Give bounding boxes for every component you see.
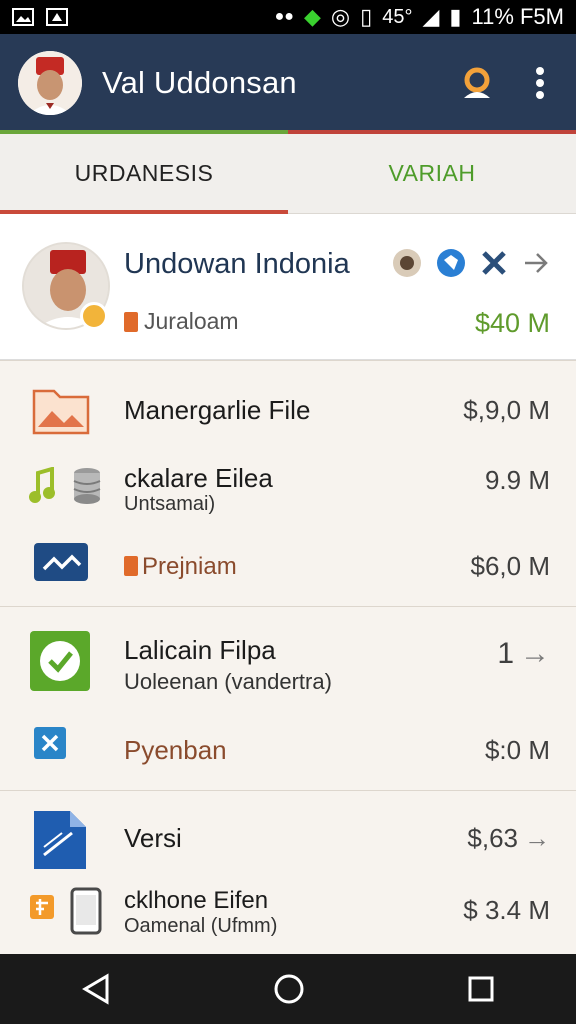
recent-section: Lalicain Filpa Uoleenan (vandertra) 1 → P… (0, 606, 576, 790)
recent-apps-icon[interactable] (467, 975, 495, 1003)
row-subtitle: Uoleenan (vandertra) (124, 669, 332, 694)
tag-icon (30, 895, 54, 919)
row-value: $,9,0 M (463, 395, 550, 425)
notification-icon (46, 8, 68, 26)
navigation-bar (0, 954, 576, 1024)
list-item[interactable]: Versi $,63 → (0, 791, 576, 881)
wifi-icon: ◆ (303, 4, 321, 29)
list-item[interactable]: Pyenban $:0 M (0, 711, 576, 791)
document-icon (34, 811, 86, 869)
arrow-right-icon[interactable] (522, 249, 550, 277)
status-time: 11% F5M (471, 4, 564, 29)
chart-icon (34, 543, 88, 581)
row-title: Pyenban (124, 735, 227, 765)
avatar[interactable] (18, 51, 82, 115)
row-value: 9.9 M (484, 465, 550, 495)
vibrate-icon: ▯ (360, 4, 373, 29)
music-icon (29, 467, 55, 503)
phone-icon (70, 887, 102, 935)
row-title: ckalare Eilea (124, 463, 273, 493)
bookmark-icon (124, 556, 138, 576)
dots-icon: ●● (274, 8, 294, 25)
emoji-icon[interactable] (392, 248, 422, 278)
network-text: 45° (382, 5, 413, 28)
row-subtitle: Untsamai) (124, 493, 216, 515)
row-value-text: 1 (497, 637, 514, 670)
globe-icon[interactable] (436, 248, 466, 278)
profile-subtitle: Juraloam (124, 308, 239, 335)
status-bar: ●● ◆ ◎ ▯ 45° ◢ ▮ 11% F5M (0, 0, 576, 34)
row-subtitle: Oamenal (Ufmm) (124, 915, 278, 937)
row-title: Lalicain Filpa (124, 635, 276, 665)
list-item[interactable]: cklhone Eifen Oamenal (Ufmm) $ 3.4 M (0, 881, 576, 955)
account-search-icon[interactable] (460, 66, 494, 100)
image-icon (12, 8, 34, 26)
profile-amount: $40 M (474, 308, 550, 338)
verified-badge-icon (80, 302, 108, 330)
close-icon (34, 727, 66, 759)
row-value: 1 → (497, 637, 550, 671)
bookmark-icon (124, 311, 138, 332)
tab-label: URDANESIS (74, 160, 214, 186)
app-title: Val Uddonsan (102, 65, 297, 100)
row-value: $:0 M (484, 735, 550, 765)
versions-section: Versi $,63 → cklhone Eifen Oamenal (Ufmm)… (0, 790, 576, 954)
list-item[interactable]: Prejniam $6,0 M (0, 531, 576, 607)
tab-label: VARIAH (388, 160, 476, 186)
list-item[interactable]: ckalare Eilea Untsamai) 9.9 M (0, 453, 576, 531)
tab-bar: URDANESIS VARIAH (0, 134, 576, 214)
home-icon[interactable] (273, 973, 305, 1005)
row-title: Prejniam (124, 553, 237, 581)
alarm-icon: ◎ (330, 4, 351, 29)
row-title: Manergarlie File (124, 395, 311, 425)
database-icon (73, 468, 101, 504)
row-value: $ 3.4 M (463, 895, 550, 925)
files-section: Manergarlie File $,9,0 M ckalare Eilea U… (0, 360, 576, 606)
tab-variah[interactable]: VARIAH (288, 134, 576, 213)
tab-urdanesis[interactable]: URDANESIS (0, 134, 288, 214)
profile-card[interactable]: Undowan Indonia Juraloam $40 M (0, 214, 576, 360)
arrow-right-icon[interactable]: → (520, 637, 550, 670)
signal-icon: ◢ (422, 4, 440, 29)
more-options-icon[interactable] (534, 66, 546, 100)
battery-icon: ▮ (449, 4, 462, 29)
back-icon[interactable] (81, 973, 111, 1005)
row-title-text: Prejniam (142, 553, 237, 580)
profile-subtitle-text: Juraloam (144, 308, 239, 334)
list-item[interactable]: Lalicain Filpa Uoleenan (vandertra) 1 → (0, 607, 576, 711)
person-avatar-icon (18, 51, 82, 115)
profile-name: Undowan Indonia (124, 248, 350, 280)
list-item[interactable]: Manergarlie File $,9,0 M (0, 361, 576, 453)
close-icon[interactable] (480, 249, 508, 277)
row-title: Versi (124, 823, 182, 853)
row-value: $,63 → (467, 823, 550, 854)
row-value-text: $,63 (467, 823, 518, 853)
app-bar: Val Uddonsan (0, 34, 576, 132)
folder-icon (32, 389, 90, 435)
arrow-right-icon[interactable]: → (524, 823, 550, 853)
row-title: cklhone Eifen (124, 887, 269, 914)
row-value: $6,0 M (470, 551, 551, 581)
check-icon (30, 631, 90, 691)
